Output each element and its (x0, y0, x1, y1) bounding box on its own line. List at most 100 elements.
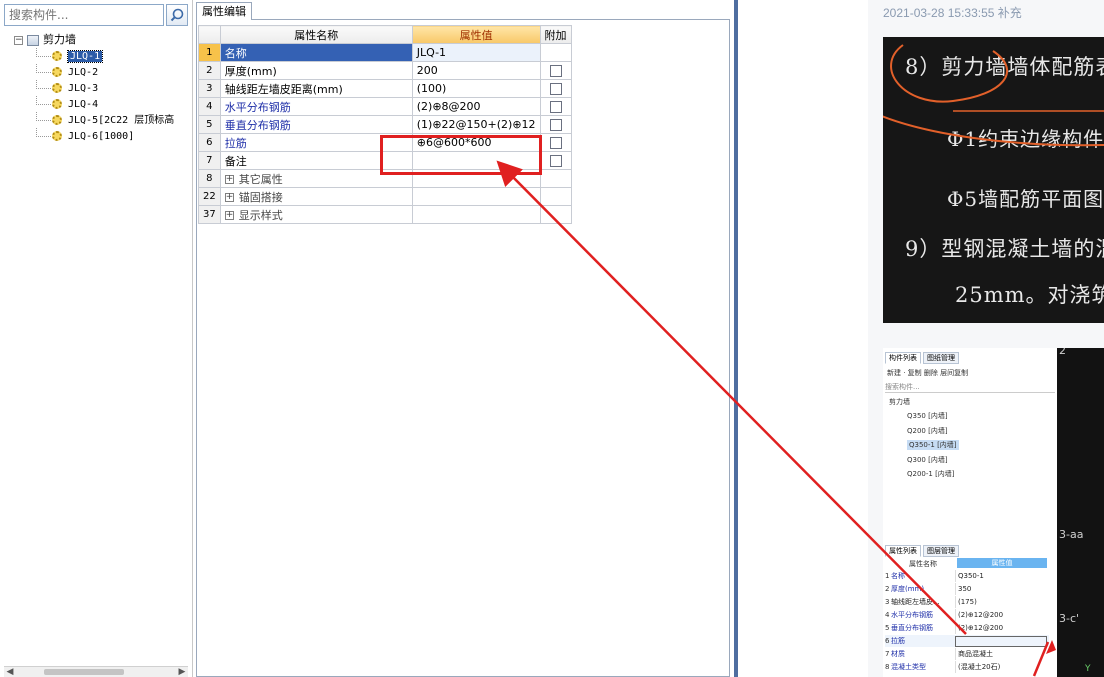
mini-row: 5 垂直分布钢筋 (2)⊕12@200 (885, 622, 1049, 634)
table-header-row: 属性名称 属性值 附加 (198, 25, 572, 44)
component-icon (52, 131, 62, 141)
attr-name[interactable]: 名称 (219, 43, 413, 62)
attr-name[interactable]: 垂直分布钢筋 (219, 115, 413, 134)
mini-search: 搜索构件... (885, 382, 1055, 393)
row-index: 4 (198, 97, 221, 116)
extra-checkbox[interactable] (549, 101, 562, 113)
extra-checkbox[interactable] (549, 119, 562, 131)
table-row[interactable]: 2 厚度(mm) 200 (198, 61, 572, 80)
collapse-icon[interactable]: − (14, 35, 23, 45)
mini-row: 2 厚度(mm) 350 (885, 583, 1049, 595)
group-label: 锚固搭接 (238, 190, 283, 204)
scrollbar-thumb[interactable] (44, 669, 124, 675)
row-index: 22 (198, 187, 221, 206)
mini-list-item: Q300 [内墙] (907, 456, 948, 464)
tree-item-label: JLQ-3 (68, 83, 99, 94)
mini-list-item: Q200 [内墙] (907, 427, 948, 435)
search-button[interactable] (166, 4, 188, 26)
group-label: 其它属性 (238, 172, 283, 186)
mini-row: 7 材质 商品混凝土 (885, 648, 1049, 660)
tree-item-label: JLQ-2 (68, 67, 99, 78)
extra-checkbox[interactable] (549, 83, 562, 95)
post-timestamp: 2021-03-28 15:33:55 补充 (883, 6, 1022, 20)
mini-row: 6 拉筋 (885, 635, 1049, 647)
mini-tab: 图层管理 (923, 545, 959, 557)
extra-checkbox[interactable] (549, 65, 562, 77)
component-icon (52, 99, 62, 109)
mini-group: 剪力墙 (889, 398, 910, 406)
scroll-left-icon[interactable]: ◀ (4, 667, 16, 677)
tree-item[interactable]: JLQ-6[1000] (14, 128, 174, 144)
extra-checkbox[interactable] (549, 155, 562, 167)
horizontal-scrollbar[interactable]: ◀ ▶ (4, 666, 188, 677)
expand-icon[interactable]: + (224, 211, 234, 220)
tree-item-label: JLQ-5[2C22 层顶标高 (68, 115, 175, 126)
mini-row: 4 水平分布钢筋 (2)⊕12@200 (885, 609, 1049, 621)
mini-list-item: Q350 [内墙] (907, 412, 948, 420)
tree-item-label: JLQ-6[1000] (68, 131, 135, 142)
component-tree-panel: − 剪力墙 JLQ-1 JLQ-2 JLQ-3 JLQ-4 JLQ-5[2C22 … (0, 0, 193, 677)
expand-icon[interactable]: + (224, 175, 234, 184)
table-row[interactable]: 4 水平分布钢筋 (2)⊕8@200 (198, 97, 572, 116)
folder-icon (27, 34, 39, 46)
blank-area (738, 0, 868, 677)
scroll-right-icon[interactable]: ▶ (176, 667, 188, 677)
tab-attribute-edit[interactable]: 属性编辑 (196, 2, 252, 20)
component-tree: − 剪力墙 JLQ-1 JLQ-2 JLQ-3 JLQ-4 JLQ-5[2C22 … (14, 32, 174, 144)
mini-tab: 属性列表 (885, 545, 921, 557)
cad-viewport: 2 3-aa 3-c' Y (1057, 348, 1104, 677)
cad-annotation-marks (883, 44, 1104, 147)
table-row[interactable]: 3 轴线距左墙皮距离(mm) (100) (198, 79, 572, 98)
attr-value[interactable]: (1)⊕22@150+(2)⊕12 (411, 115, 541, 134)
search-input[interactable] (4, 4, 164, 26)
annotation-highlight-box (380, 135, 542, 175)
row-index: 3 (198, 79, 221, 98)
attr-value[interactable]: JLQ-1 (411, 43, 541, 62)
expand-icon[interactable]: + (224, 193, 234, 202)
row-index: 8 (198, 169, 221, 188)
tree-item[interactable]: JLQ-1 (14, 48, 174, 64)
tree-item[interactable]: JLQ-5[2C22 层顶标高 (14, 112, 174, 128)
software-screenshot-image: 构件列表 图纸管理 新建 · 复制 删除 层间复制 搜索构件... 剪力墙 Q3… (883, 348, 1104, 677)
component-icon (52, 67, 62, 77)
tree-item-label: JLQ-1 (66, 50, 104, 63)
mini-row: 3 轴线距左墙皮... (175) (885, 596, 1049, 608)
extra-checkbox[interactable] (549, 137, 562, 149)
row-index: 7 (198, 151, 221, 170)
attr-value[interactable]: (2)⊕8@200 (411, 97, 541, 116)
mini-list-item: Q200-1 [内墙] (907, 470, 955, 478)
row-index: 6 (198, 133, 221, 152)
cad-drawing-image: 8）剪力墙墙体配筋表示方 Φ1约束边缘构件钢筋 Φ5墙配筋平面图中节 9）型钢混… (883, 37, 1104, 323)
component-icon (52, 83, 62, 93)
extra-cell (539, 43, 572, 62)
row-index: 37 (198, 205, 221, 224)
component-icon (52, 51, 62, 61)
row-index: 1 (198, 43, 221, 62)
header-attr-value[interactable]: 属性值 (411, 25, 541, 44)
tree-item[interactable]: JLQ-2 (14, 64, 174, 80)
attribute-editor: 属性编辑 属性名称 属性值 附加 1 名称 JLQ-1 2 厚度(mm) 200… (194, 0, 734, 677)
tree-item[interactable]: JLQ-3 (14, 80, 174, 96)
attr-value[interactable]: 200 (411, 61, 541, 80)
attr-name[interactable]: 轴线距左墙皮距离(mm) (219, 79, 413, 98)
mini-tab: 构件列表 (885, 352, 921, 364)
mini-row: 8 混凝土类型 (混凝土20石) (885, 661, 1049, 673)
mini-row: 1 名称 Q350-1 (885, 570, 1049, 582)
search-icon (170, 8, 184, 22)
attr-value[interactable]: (100) (411, 79, 541, 98)
group-row[interactable]: 37 + 显示样式 (198, 205, 572, 224)
attr-name[interactable]: 厚度(mm) (219, 61, 413, 80)
table-row[interactable]: 1 名称 JLQ-1 (198, 43, 572, 62)
header-attr-name[interactable]: 属性名称 (219, 25, 413, 44)
tree-item-label: JLQ-4 (68, 99, 99, 110)
header-extra[interactable]: 附加 (539, 25, 572, 44)
tree-root-shear-wall[interactable]: − 剪力墙 (14, 32, 174, 48)
attr-name[interactable]: 水平分布钢筋 (219, 97, 413, 116)
row-index: 5 (198, 115, 221, 134)
table-row[interactable]: 5 垂直分布钢筋 (1)⊕22@150+(2)⊕12 (198, 115, 572, 134)
attribute-table: 属性名称 属性值 附加 1 名称 JLQ-1 2 厚度(mm) 200 3 轴线… (198, 25, 572, 224)
group-row[interactable]: 22 + 锚固搭接 (198, 187, 572, 206)
corner-cell (198, 25, 221, 44)
tree-item[interactable]: JLQ-4 (14, 96, 174, 112)
row-index: 2 (198, 61, 221, 80)
